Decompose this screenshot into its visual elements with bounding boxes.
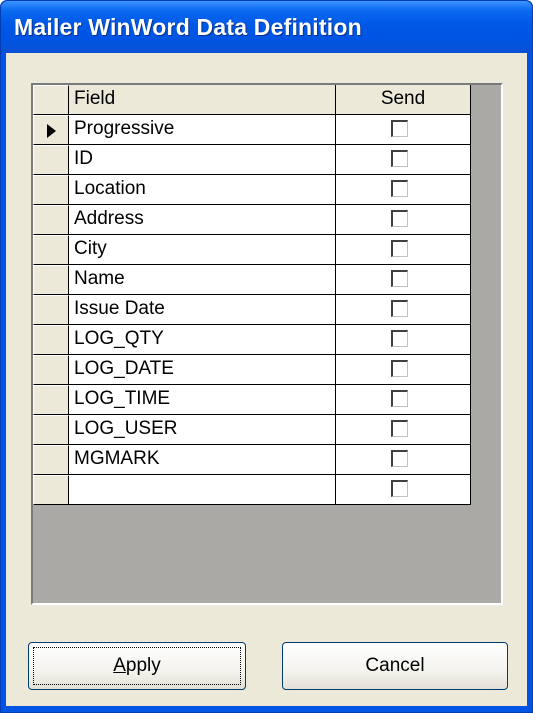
- row-selector[interactable]: [33, 325, 69, 355]
- row-selector[interactable]: [33, 265, 69, 295]
- field-cell[interactable]: ID: [69, 145, 336, 175]
- row-selector[interactable]: [33, 385, 69, 415]
- send-checkbox[interactable]: [391, 450, 408, 467]
- apply-label-rest: pply: [125, 655, 161, 676]
- send-checkbox[interactable]: [391, 360, 408, 377]
- send-cell: [336, 295, 471, 325]
- send-checkbox[interactable]: [391, 150, 408, 167]
- send-cell: [336, 265, 471, 295]
- table-row: LOG_DATE: [33, 355, 471, 385]
- send-cell: [336, 325, 471, 355]
- column-header-field[interactable]: Field: [69, 85, 336, 115]
- apply-button[interactable]: Apply: [28, 642, 246, 690]
- field-cell[interactable]: LOG_DATE: [69, 355, 336, 385]
- table-row: City: [33, 235, 471, 265]
- table-row: LOG_TIME: [33, 385, 471, 415]
- send-checkbox[interactable]: [391, 420, 408, 437]
- dialog-client-area: Field Send Progressive ID Location Address C…: [6, 53, 527, 706]
- row-selector[interactable]: [33, 415, 69, 445]
- send-checkbox[interactable]: [391, 120, 408, 137]
- send-cell: [336, 115, 471, 145]
- field-cell[interactable]: Address: [69, 205, 336, 235]
- apply-accel-key: A: [113, 655, 126, 676]
- send-checkbox[interactable]: [391, 330, 408, 347]
- field-cell[interactable]: Name: [69, 265, 336, 295]
- table-row: MGMARK: [33, 445, 471, 475]
- row-selector[interactable]: [33, 475, 69, 505]
- row-selector[interactable]: [33, 445, 69, 475]
- field-cell[interactable]: LOG_TIME: [69, 385, 336, 415]
- send-checkbox[interactable]: [391, 210, 408, 227]
- table-row: LOG_USER: [33, 415, 471, 445]
- grid-corner-header[interactable]: [33, 85, 69, 115]
- send-checkbox[interactable]: [391, 180, 408, 197]
- send-checkbox[interactable]: [391, 240, 408, 257]
- column-header-send[interactable]: Send: [336, 85, 471, 115]
- send-cell: [336, 355, 471, 385]
- send-cell: [336, 445, 471, 475]
- window-title: Mailer WinWord Data Definition: [14, 14, 362, 40]
- cancel-button[interactable]: Cancel: [282, 642, 508, 690]
- send-checkbox[interactable]: [391, 300, 408, 317]
- row-selector[interactable]: [33, 115, 69, 145]
- table-row: Address: [33, 205, 471, 235]
- row-selector[interactable]: [33, 355, 69, 385]
- current-row-arrow-icon: [47, 124, 56, 138]
- row-selector[interactable]: [33, 205, 69, 235]
- send-checkbox[interactable]: [391, 270, 408, 287]
- table-row: ID: [33, 145, 471, 175]
- title-bar[interactable]: Mailer WinWord Data Definition: [1, 1, 532, 53]
- field-cell[interactable]: Progressive: [69, 115, 336, 145]
- field-cell[interactable]: LOG_USER: [69, 415, 336, 445]
- field-cell[interactable]: [69, 475, 336, 505]
- field-cell[interactable]: LOG_QTY: [69, 325, 336, 355]
- field-cell[interactable]: Location: [69, 175, 336, 205]
- send-cell: [336, 205, 471, 235]
- table-row: Issue Date: [33, 295, 471, 325]
- table-row: Location: [33, 175, 471, 205]
- row-selector[interactable]: [33, 175, 69, 205]
- grid-header-row: Field Send: [33, 85, 471, 115]
- send-cell: [336, 145, 471, 175]
- table-row: Name: [33, 265, 471, 295]
- data-grid[interactable]: Field Send Progressive ID Location Address C…: [31, 83, 503, 605]
- send-cell: [336, 475, 471, 505]
- send-cell: [336, 235, 471, 265]
- field-cell[interactable]: Issue Date: [69, 295, 336, 325]
- table-row: Progressive: [33, 115, 471, 145]
- send-cell: [336, 175, 471, 205]
- field-cell[interactable]: City: [69, 235, 336, 265]
- row-selector[interactable]: [33, 145, 69, 175]
- grid-table: Field Send Progressive ID Location Address C…: [33, 85, 471, 505]
- row-selector[interactable]: [33, 295, 69, 325]
- apply-button-label: Apply: [113, 655, 161, 677]
- send-checkbox[interactable]: [391, 390, 408, 407]
- table-row: [33, 475, 471, 505]
- table-row: LOG_QTY: [33, 325, 471, 355]
- send-cell: [336, 385, 471, 415]
- dialog-window: Mailer WinWord Data Definition Field Sen…: [0, 0, 533, 713]
- send-cell: [336, 415, 471, 445]
- send-checkbox[interactable]: [391, 480, 408, 497]
- row-selector[interactable]: [33, 235, 69, 265]
- field-cell[interactable]: MGMARK: [69, 445, 336, 475]
